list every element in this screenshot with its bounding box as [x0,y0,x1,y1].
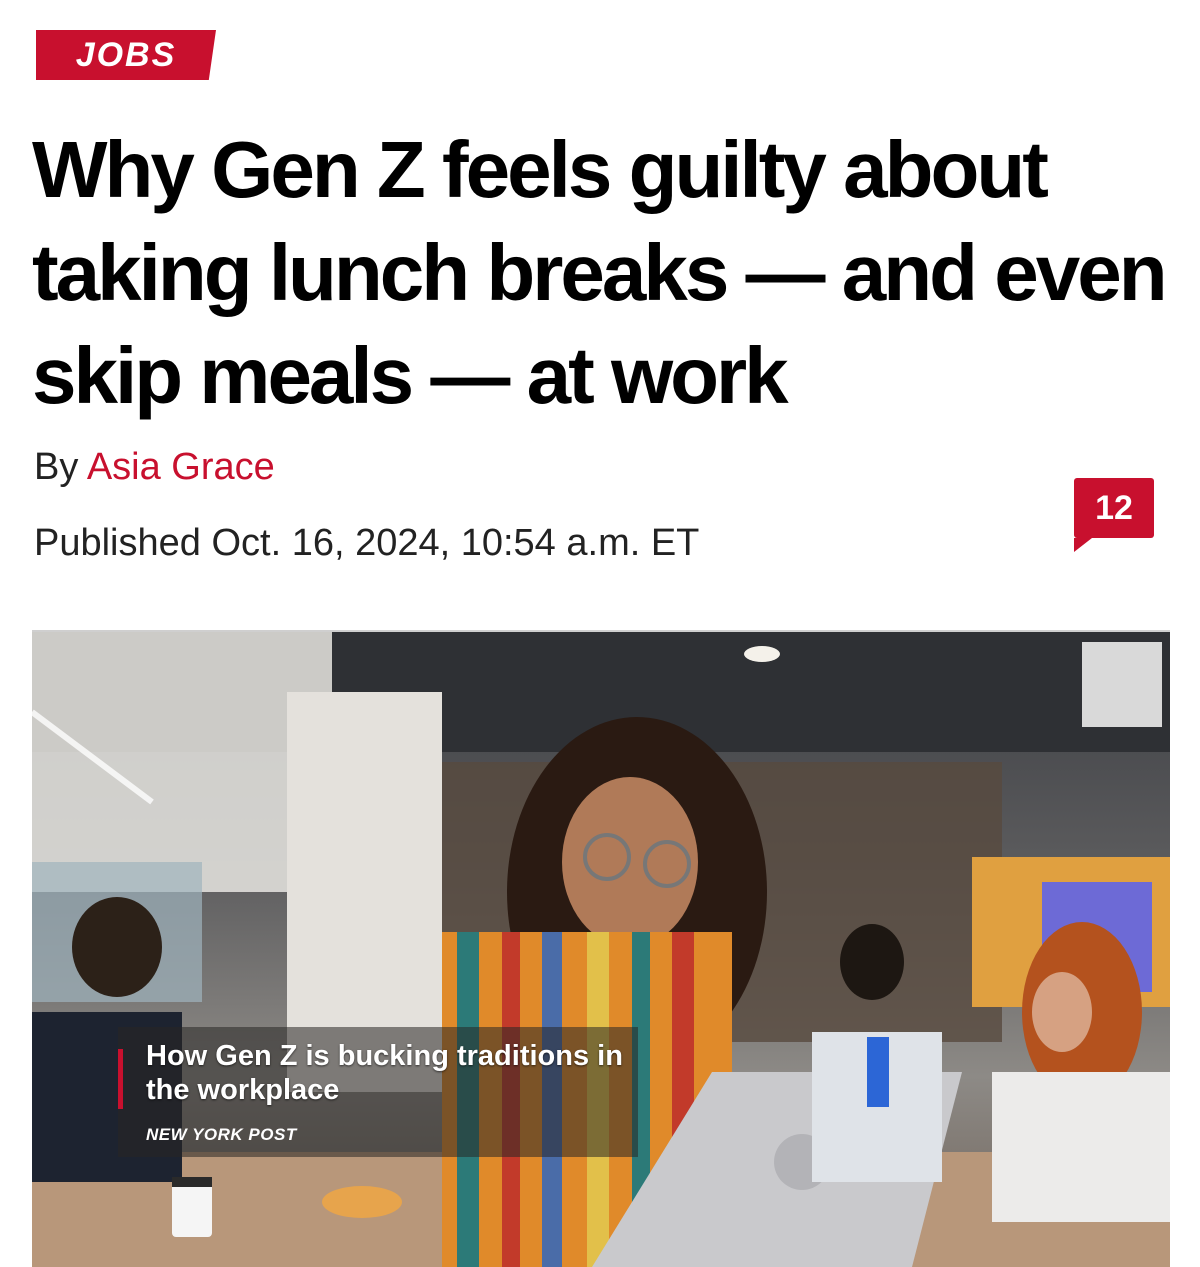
section-tag-jobs[interactable]: JOBS [36,30,216,80]
byline-prefix: By [34,446,79,488]
comment-count: 12 [1095,488,1133,527]
author-link[interactable]: Asia Grace [87,446,275,488]
caption-accent-bar [118,1049,123,1109]
video-brand-logo: NEW YORK POST [146,1125,297,1144]
video-caption-title: How Gen Z is bucking traditions in the w… [146,1040,623,1106]
article-video[interactable]: How Gen Z is bucking traditions in the w… [32,630,1170,1267]
video-frame-image [32,632,1170,1267]
comment-count-button[interactable]: 12 [1074,478,1154,552]
video-caption-overlay: How Gen Z is bucking traditions in the w… [118,1027,638,1157]
article-headline: Why Gen Z feels guilty about taking lunc… [32,125,1168,420]
published-date: Published Oct. 16, 2024, 10:54 a.m. ET [34,522,700,564]
section-tag-label: JOBS [75,35,177,74]
byline: By Asia Grace [34,446,275,489]
